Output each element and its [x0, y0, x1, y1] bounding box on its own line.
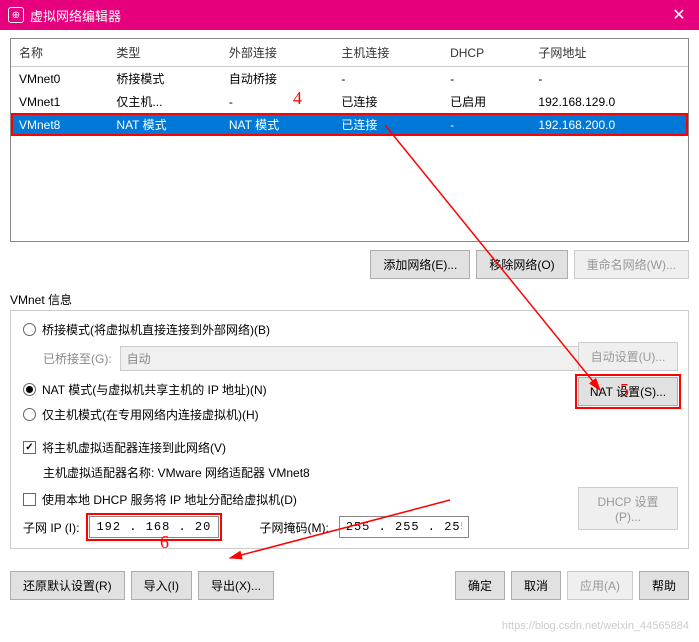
use-dhcp-checkbox[interactable]	[23, 493, 36, 506]
rename-network-button: 重命名网络(W)...	[574, 250, 689, 279]
dhcp-settings-button: DHCP 设置(P)...	[578, 487, 678, 530]
import-button[interactable]: 导入(I)	[131, 571, 192, 600]
restore-default-button[interactable]: 还原默认设置(R)	[10, 571, 125, 600]
subnet-mask-input[interactable]	[339, 516, 469, 538]
table-row[interactable]: VMnet1仅主机...-已连接已启用192.168.129.0	[11, 90, 688, 113]
subnet-mask-label: 子网掩码(M):	[259, 519, 328, 536]
nat-mode-label: NAT 模式(与虚拟机共享主机的 IP 地址)(N)	[42, 381, 267, 398]
auto-settings-button: 自动设置(U)...	[578, 342, 678, 371]
column-header[interactable]: 主机连接	[333, 39, 442, 67]
bridge-to-label: 已桥接至(G):	[43, 350, 112, 367]
help-button[interactable]: 帮助	[639, 571, 689, 600]
titlebar: ⊕ 虚拟网络编辑器 ✕	[0, 0, 699, 30]
network-table[interactable]: 名称类型外部连接主机连接DHCP子网地址 VMnet0桥接模式自动桥接---VM…	[10, 38, 689, 242]
app-icon: ⊕	[8, 7, 24, 23]
host-only-mode-radio[interactable]	[23, 408, 36, 421]
column-header[interactable]: 类型	[108, 39, 220, 67]
subnet-ip-input[interactable]	[89, 516, 219, 538]
column-header[interactable]: 外部连接	[221, 39, 333, 67]
column-header[interactable]: 名称	[11, 39, 108, 67]
column-header[interactable]: DHCP	[442, 39, 530, 67]
vmnet-info-panel: 桥接模式(将虚拟机直接连接到外部网络)(B) 已桥接至(G): 自动 ▾ 自动设…	[10, 310, 689, 549]
cancel-button[interactable]: 取消	[511, 571, 561, 600]
vmnet-info-label: VMnet 信息	[10, 291, 689, 308]
host-only-mode-label: 仅主机模式(在专用网络内连接虚拟机)(H)	[42, 406, 259, 423]
bridge-mode-radio[interactable]	[23, 323, 36, 336]
table-row[interactable]: VMnet0桥接模式自动桥接---	[11, 67, 688, 91]
connect-adapter-checkbox[interactable]	[23, 441, 36, 454]
apply-button: 应用(A)	[567, 571, 633, 600]
adapter-name-label: 主机虚拟适配器名称: VMware 网络适配器 VMnet8	[43, 464, 310, 481]
ok-button[interactable]: 确定	[455, 571, 505, 600]
window-title: 虚拟网络编辑器	[30, 6, 121, 25]
column-header[interactable]: 子网地址	[530, 39, 688, 67]
use-dhcp-label: 使用本地 DHCP 服务将 IP 地址分配给虚拟机(D)	[42, 491, 297, 508]
add-network-button[interactable]: 添加网络(E)...	[370, 250, 470, 279]
connect-adapter-label: 将主机虚拟适配器连接到此网络(V)	[42, 439, 226, 456]
remove-network-button[interactable]: 移除网络(O)	[476, 250, 567, 279]
watermark: https://blog.csdn.net/weixin_44565884	[502, 620, 689, 632]
nat-mode-radio[interactable]	[23, 383, 36, 396]
nat-settings-button[interactable]: NAT 设置(S)...	[578, 377, 678, 406]
bridge-mode-label: 桥接模式(将虚拟机直接连接到外部网络)(B)	[42, 321, 270, 338]
export-button[interactable]: 导出(X)...	[198, 571, 274, 600]
subnet-ip-label: 子网 IP (I):	[23, 519, 79, 536]
table-row[interactable]: VMnet8NAT 模式NAT 模式已连接-192.168.200.0	[11, 113, 688, 136]
close-button[interactable]: ✕	[659, 0, 699, 30]
